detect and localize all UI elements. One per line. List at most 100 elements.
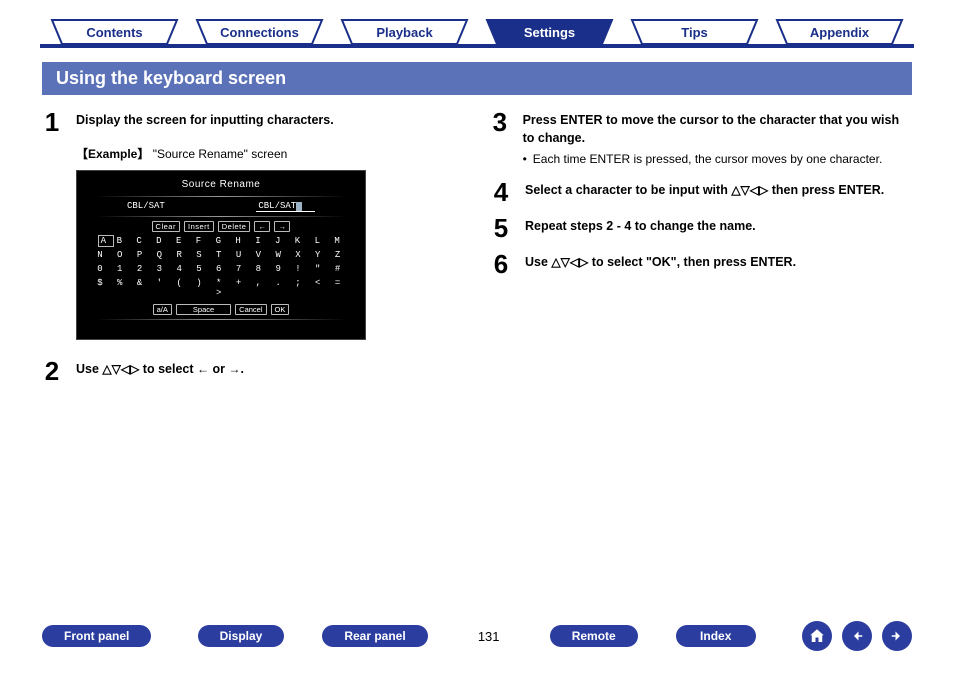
front-panel-button[interactable]: Front panel: [42, 625, 151, 647]
step-6-text-b: to select "OK", then press ENTER.: [588, 255, 796, 269]
step-5-num: 5: [491, 215, 511, 241]
kb-sym-row: $ % & ' ( ) * + , . ; < = >: [91, 278, 351, 298]
kb-divider-mid: [96, 216, 346, 217]
home-button[interactable]: [802, 621, 832, 651]
left-column: 1 Display the screen for inputting chara…: [42, 109, 463, 394]
arrow-left-icon: [848, 627, 866, 645]
step-6-num: 6: [491, 251, 511, 277]
step-3-bullet-text: Each time ENTER is pressed, the cursor m…: [533, 151, 882, 168]
step-2: 2 Use △▽◁▷ to select ← or →.: [42, 358, 463, 384]
kb-right-button: →: [274, 221, 290, 232]
kb-num-row: 0 1 2 3 4 5 6 7 8 9 ! " #: [91, 264, 351, 274]
step-4-text-b: then press ENTER.: [768, 183, 884, 197]
tab-tips-label: Tips: [622, 18, 767, 46]
kb-edit-field: CBL/SAT: [256, 201, 315, 212]
kb-right-label: CBL/SAT: [258, 201, 296, 211]
kb-title: Source Rename: [91, 179, 351, 190]
bullet-dot-icon: •: [523, 151, 527, 168]
kb-selected-A: A: [98, 235, 114, 247]
kb-divider-bottom: [96, 319, 346, 320]
rear-panel-button[interactable]: Rear panel: [322, 625, 427, 647]
nav-arrows-icon-2: △▽◁▷: [731, 183, 768, 197]
tab-playback-label: Playback: [332, 18, 477, 46]
page-number: 131: [466, 629, 512, 644]
display-button[interactable]: Display: [198, 625, 285, 647]
step-3-body: Press ENTER to move the cursor to the ch…: [523, 109, 912, 169]
kb-cursor: [296, 202, 302, 211]
kb-button-row: Clear Insert Delete ← →: [91, 221, 351, 232]
keyboard-screenshot: Source Rename CBL/SAT CBL/SAT Clear Inse…: [76, 170, 366, 340]
tab-connections[interactable]: Connections: [187, 18, 332, 46]
step-5-text: Repeat steps 2 - 4 to change the name.: [525, 219, 756, 233]
step-6: 6 Use △▽◁▷ to select "OK", then press EN…: [491, 251, 912, 277]
top-tabs: Contents Connections Playback Settings T…: [0, 0, 954, 46]
tab-contents-label: Contents: [42, 18, 187, 46]
content-columns: 1 Display the screen for inputting chara…: [0, 95, 954, 394]
step-1-text: Display the screen for inputting charact…: [76, 113, 334, 127]
tab-settings[interactable]: Settings: [477, 18, 622, 46]
tab-tips[interactable]: Tips: [622, 18, 767, 46]
kb-alpha-row1: AB C D E F G H I J K L M: [91, 236, 351, 246]
kb-alpha-row1-rest: B C D E F G H I J K L M: [117, 236, 345, 246]
kb-alpha-row2: N O P Q R S T U V W X Y Z: [91, 250, 351, 260]
step-4-text-a: Select a character to be input with: [525, 183, 731, 197]
step-4-body: Select a character to be input with △▽◁▷…: [525, 179, 884, 199]
nav-arrows-icon-3: △▽◁▷: [551, 255, 588, 269]
tab-appendix-label: Appendix: [767, 18, 912, 46]
kb-row-labels: CBL/SAT CBL/SAT: [91, 201, 351, 212]
step-2-text-b: to select: [139, 362, 197, 376]
step-3: 3 Press ENTER to move the cursor to the …: [491, 109, 912, 169]
right-column: 3 Press ENTER to move the cursor to the …: [491, 109, 912, 394]
tab-playback[interactable]: Playback: [332, 18, 477, 46]
step-2-num: 2: [42, 358, 62, 384]
step-4: 4 Select a character to be input with △▽…: [491, 179, 912, 205]
bottom-right-group: [802, 621, 912, 651]
tab-contents[interactable]: Contents: [42, 18, 187, 46]
kb-divider-top: [96, 196, 346, 197]
step-2-text-c: or: [209, 362, 228, 376]
step-1: 1 Display the screen for inputting chara…: [42, 109, 463, 135]
kb-cancel-button: Cancel: [235, 304, 266, 315]
prev-page-button[interactable]: [842, 621, 872, 651]
kb-bottom-row: a/A Space Cancel OK: [91, 304, 351, 315]
step-6-text-a: Use: [525, 255, 551, 269]
step-2-text-a: Use: [76, 362, 102, 376]
bottom-middle-group: Display Rear panel 131 Remote Index: [151, 625, 802, 647]
kb-left-label: CBL/SAT: [127, 201, 165, 212]
step-1-body: Display the screen for inputting charact…: [76, 109, 334, 129]
kb-aA-button: a/A: [153, 304, 172, 315]
step-1-num: 1: [42, 109, 62, 135]
tab-appendix[interactable]: Appendix: [767, 18, 912, 46]
step-5: 5 Repeat steps 2 - 4 to change the name.: [491, 215, 912, 241]
step-6-body: Use △▽◁▷ to select "OK", then press ENTE…: [525, 251, 796, 271]
example-text: "Source Rename" screen: [149, 147, 287, 161]
step-3-text: Press ENTER to move the cursor to the ch…: [523, 113, 899, 145]
nav-arrows-icon: △▽◁▷: [102, 362, 139, 376]
example-line: 【Example】 "Source Rename" screen: [76, 145, 463, 162]
kb-delete-button: Delete: [218, 221, 251, 232]
right-arrow-icon: →: [228, 362, 240, 376]
next-page-button[interactable]: [882, 621, 912, 651]
bottom-left-group: Front panel: [42, 625, 151, 647]
kb-space-button: Space: [176, 304, 231, 315]
step-2-body: Use △▽◁▷ to select ← or →.: [76, 358, 244, 378]
remote-button[interactable]: Remote: [550, 625, 638, 647]
kb-insert-button: Insert: [184, 221, 214, 232]
kb-left-button: ←: [254, 221, 270, 232]
step-4-num: 4: [491, 179, 511, 205]
left-arrow-icon: ←: [197, 362, 209, 376]
step-3-num: 3: [491, 109, 509, 135]
index-button[interactable]: Index: [676, 625, 756, 647]
tab-settings-label: Settings: [477, 18, 622, 46]
arrow-right-icon: [888, 627, 906, 645]
tab-connections-label: Connections: [187, 18, 332, 46]
example-prefix: 【Example】: [76, 147, 149, 161]
bottom-bar: Front panel Display Rear panel 131 Remot…: [0, 621, 954, 651]
kb-clear-button: Clear: [152, 221, 180, 232]
step-2-text-d: .: [240, 362, 243, 376]
step-5-body: Repeat steps 2 - 4 to change the name.: [525, 215, 756, 235]
step-3-bullet: • Each time ENTER is pressed, the cursor…: [523, 151, 912, 168]
kb-ok-button: OK: [271, 304, 290, 315]
home-icon: [808, 627, 826, 645]
section-title: Using the keyboard screen: [42, 62, 912, 95]
